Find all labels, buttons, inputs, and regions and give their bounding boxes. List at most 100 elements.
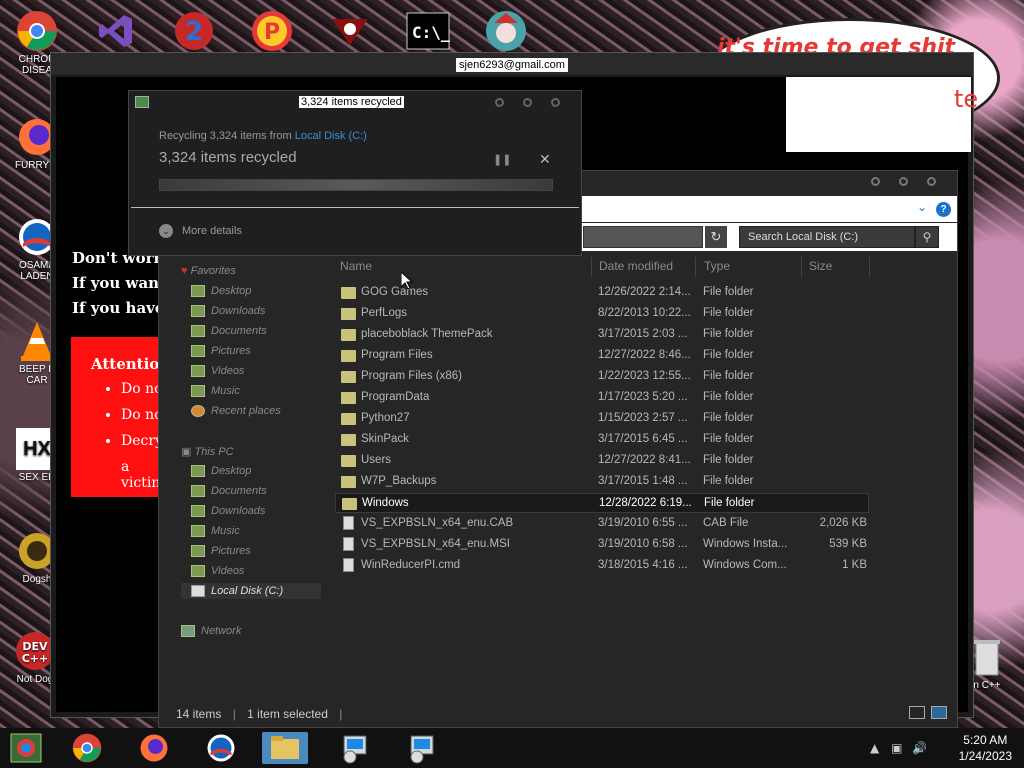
- nav-item-music[interactable]: Music: [191, 385, 240, 397]
- file-row[interactable]: VS_EXPBSLN_x64_enu.CAB 3/19/2010 6:55 ...…: [335, 514, 869, 534]
- file-name: Python27: [361, 412, 410, 424]
- file-row[interactable]: Program Files 12/27/2022 8:46... File fold…: [335, 346, 869, 366]
- nav-item-label: Network: [201, 625, 242, 637]
- start-button[interactable]: [6, 732, 46, 764]
- file-date-modified: 1/15/2023 2:57 ...: [598, 412, 688, 424]
- file-row[interactable]: GOG Games 12/26/2022 2:14... File folder: [335, 283, 869, 303]
- nav-item-pc-documents[interactable]: Documents: [191, 485, 267, 497]
- network-tray-icon[interactable]: ▣: [891, 741, 902, 755]
- column-separator[interactable]: [801, 257, 802, 277]
- folder-icon: [341, 371, 356, 383]
- file-row[interactable]: WinReducerPI.cmd 3/18/2015 4:16 ... Window…: [335, 556, 869, 576]
- app-6-icon[interactable]: [482, 8, 530, 54]
- music-folder-icon: [191, 385, 205, 397]
- nav-item-pc-downloads[interactable]: Downloads: [191, 505, 265, 517]
- nav-item-pc-music[interactable]: Music: [191, 525, 240, 537]
- close-button[interactable]: [927, 177, 936, 186]
- app-4-icon[interactable]: [326, 8, 374, 54]
- pictures-folder-icon: [191, 545, 205, 557]
- column-header-size[interactable]: Size: [809, 259, 832, 273]
- pause-icon[interactable]: ❚❚: [493, 153, 511, 166]
- nav-item-pictures[interactable]: Pictures: [191, 345, 251, 357]
- minimize-button[interactable]: [871, 177, 880, 186]
- file-row[interactable]: SkinPack 3/17/2015 6:45 ... File folder: [335, 430, 869, 450]
- nav-item-recent-places[interactable]: Recent places: [191, 405, 281, 417]
- file-row[interactable]: VS_EXPBSLN_x64_enu.MSI 3/19/2010 6:58 ...…: [335, 535, 869, 555]
- file-type: File folder: [703, 454, 754, 466]
- file-type: File folder: [703, 349, 754, 361]
- chevron-up-icon[interactable]: ▲: [870, 741, 879, 755]
- taskbar-obama-icon[interactable]: [201, 732, 241, 764]
- app-2-icon[interactable]: 2: [170, 8, 218, 54]
- nav-item-desktop[interactable]: Desktop: [191, 285, 251, 297]
- ransom-window-titlebar[interactable]: sjen6293@gmail.com: [51, 53, 973, 75]
- chevron-down-icon[interactable]: ⌄: [917, 200, 927, 214]
- nav-item-downloads[interactable]: Downloads: [191, 305, 265, 317]
- nav-item-pc-desktop[interactable]: Desktop: [191, 465, 251, 477]
- large-icons-view-icon[interactable]: [931, 706, 947, 719]
- file-row[interactable]: Windows 12/28/2022 6:19... File folder: [335, 493, 869, 513]
- nav-item-videos[interactable]: Videos: [191, 365, 244, 377]
- search-icon[interactable]: ⚲: [915, 226, 939, 248]
- nav-favorites-header[interactable]: ♥ Favorites: [181, 265, 236, 277]
- command-prompt-icon[interactable]: C:\_: [404, 8, 452, 54]
- nav-item-documents[interactable]: Documents: [191, 325, 267, 337]
- taskbar-chrome-icon[interactable]: [67, 732, 107, 764]
- app-p-icon[interactable]: P: [248, 8, 296, 54]
- ransom-white-pane-text: te: [954, 85, 979, 113]
- more-details-button[interactable]: ⌄ More details: [159, 224, 242, 238]
- details-view-icon[interactable]: [909, 706, 925, 719]
- file-date-modified: 12/27/2022 8:46...: [598, 349, 691, 361]
- volume-icon[interactable]: 🔊: [912, 741, 927, 755]
- nav-this-pc-header[interactable]: ▣ This PC: [181, 445, 234, 458]
- file-row[interactable]: W7P_Backups 3/17/2015 1:48 ... File folder: [335, 472, 869, 492]
- file-row[interactable]: Program Files (x86) 1/22/2023 12:55... Fil…: [335, 367, 869, 387]
- address-bar[interactable]: [583, 226, 703, 248]
- maximize-button[interactable]: [899, 177, 908, 186]
- taskbar-file-explorer-icon[interactable]: [262, 732, 308, 764]
- taskbar-installer-icon[interactable]: [336, 732, 376, 764]
- progress-bar-fill: [160, 180, 552, 190]
- nav-item-local-disk[interactable]: Local Disk (C:): [181, 583, 321, 599]
- file-row[interactable]: ProgramData 1/17/2023 5:20 ... File folder: [335, 388, 869, 408]
- nav-item-network[interactable]: Network: [181, 625, 241, 637]
- file-row[interactable]: placeboblack ThemePack 3/17/2015 2:03 ...…: [335, 325, 869, 345]
- recent-places-icon: [191, 405, 205, 417]
- close-icon[interactable]: ✕: [539, 151, 551, 168]
- search-input[interactable]: Search Local Disk (C:): [739, 226, 915, 248]
- column-separator[interactable]: [591, 257, 592, 277]
- more-details-label: More details: [182, 225, 242, 237]
- clock[interactable]: 5:20 AM 1/24/2023: [959, 732, 1012, 764]
- refresh-icon[interactable]: ↻: [705, 226, 727, 248]
- dialog-minimize-button[interactable]: [495, 98, 504, 107]
- file-type: File folder: [704, 497, 755, 509]
- file-type: Windows Insta...: [703, 538, 788, 550]
- nav-item-pc-videos[interactable]: Videos: [191, 565, 244, 577]
- column-separator[interactable]: [695, 257, 696, 277]
- taskbar-installer-2-icon[interactable]: [403, 732, 443, 764]
- file-date-modified: 3/17/2015 6:45 ...: [598, 433, 688, 445]
- file-date-modified: 12/28/2022 6:19...: [599, 497, 692, 509]
- folder-icon: [341, 476, 356, 488]
- nav-item-pc-pictures[interactable]: Pictures: [191, 545, 251, 557]
- column-header-name[interactable]: Name: [340, 259, 372, 273]
- file-size: 539 KB: [829, 538, 867, 550]
- file-row[interactable]: Python27 1/15/2023 2:57 ... File folder: [335, 409, 869, 429]
- source-location-link[interactable]: Local Disk (C:): [295, 130, 367, 142]
- file-size: 1 KB: [842, 559, 867, 571]
- attention-box: Attention! Do not Do not Decryp a victin: [71, 337, 177, 497]
- recycle-progress-dialog[interactable]: 3,324 items recycled Recycling 3,324 ite…: [128, 90, 582, 256]
- dialog-status: 3,324 items recycled: [159, 149, 297, 166]
- column-header-date-modified[interactable]: Date modified: [599, 259, 673, 273]
- dialog-subtitle: Recycling 3,324 items from Local Disk (C…: [159, 130, 367, 142]
- dialog-maximize-button[interactable]: [523, 98, 532, 107]
- file-row[interactable]: Users 12/27/2022 8:41... File folder: [335, 451, 869, 471]
- dialog-close-button[interactable]: [551, 98, 560, 107]
- column-separator[interactable]: [869, 257, 870, 277]
- help-icon[interactable]: ?: [936, 202, 951, 217]
- visual-studio-icon[interactable]: [92, 8, 140, 54]
- file-row[interactable]: PerfLogs 8/22/2013 10:22... File folder: [335, 304, 869, 324]
- file-date-modified: 3/19/2010 6:58 ...: [598, 538, 688, 550]
- taskbar-firefox-icon[interactable]: [134, 732, 174, 764]
- column-header-type[interactable]: Type: [704, 259, 730, 273]
